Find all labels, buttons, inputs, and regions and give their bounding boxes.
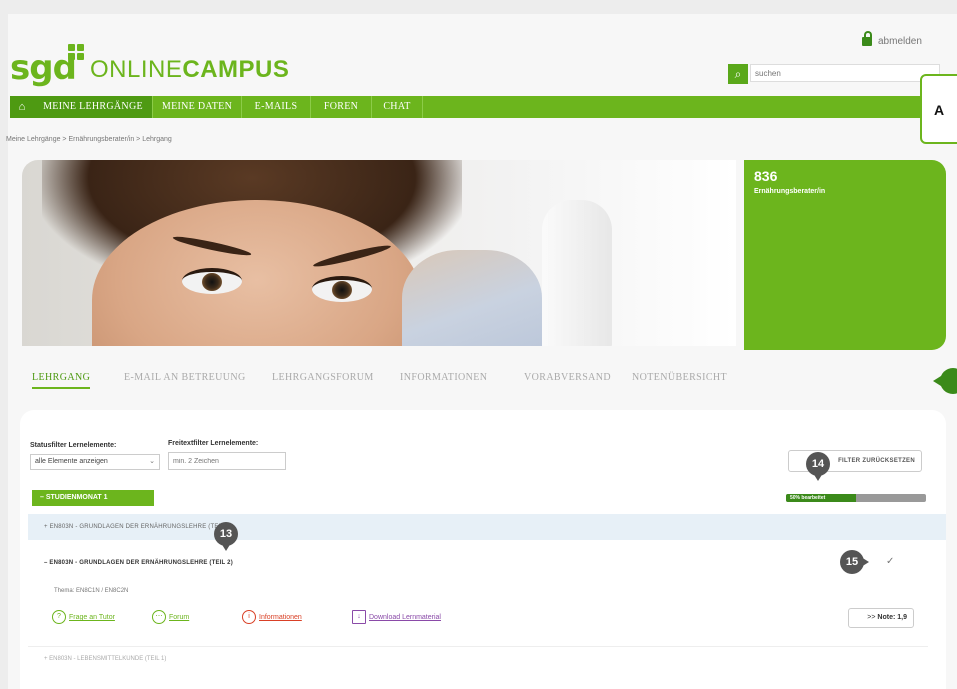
logout-label: abmelden (878, 36, 922, 47)
course-name: Ernährungsberater/in (754, 188, 826, 195)
tab-lehrgang[interactable]: LEHRGANG (32, 372, 91, 389)
home-icon[interactable]: ⌂ (10, 96, 34, 118)
information-link[interactable]: i Informationen (242, 610, 302, 624)
callout-14: 14 (806, 452, 830, 481)
callout-15: 15 (840, 550, 869, 574)
forum-icon: ⋯ (152, 610, 166, 624)
progress-label: 50% bearbeitet (790, 495, 826, 501)
question-icon: ? (52, 610, 66, 624)
list-item[interactable]: + EN803N - LEBENSMITTELKUNDE (TEIL 1) (28, 656, 946, 662)
study-month-toggle[interactable]: – STUDIENMONAT 1 (32, 490, 154, 506)
nav-item-chat[interactable]: CHAT (372, 96, 423, 118)
chevron-down-icon: ⌄ (149, 458, 155, 465)
nav-item-meine-daten[interactable]: MEINE DATEN (153, 96, 242, 118)
logo-wordmark: ONLINECAMPUS (90, 56, 290, 83)
freetext-filter-label: Freitextfilter Lernelemente: (168, 440, 259, 447)
lock-icon (862, 30, 872, 46)
eye-left (182, 268, 242, 294)
grade-label: Note: (877, 614, 896, 621)
tab-informationen[interactable]: INFORMATIONEN (400, 372, 487, 383)
grade-prefix: >> (867, 614, 876, 621)
status-filter-select[interactable]: alle Elemente anzeigen ⌄ (30, 454, 160, 470)
download-icon: ↓ (352, 610, 366, 624)
tab-lehrgangsforum[interactable]: LEHRGANGSFORUM (272, 372, 374, 383)
download-material-link[interactable]: ↓ Download Lernmaterial (352, 610, 441, 624)
status-filter-label: Statusfilter Lernelemente: (30, 442, 117, 449)
tab-notenuebersicht[interactable]: NOTENÜBERSICHT (632, 372, 727, 383)
check-icon: ✓ (886, 556, 895, 567)
info-icon: i (242, 610, 256, 624)
forum-link[interactable]: ⋯ Forum (152, 610, 189, 624)
freetext-filter-input[interactable] (168, 452, 286, 470)
callout-13: 13 (214, 522, 238, 551)
callout-a: A (920, 74, 957, 144)
logo-dots-icon (68, 44, 88, 60)
hero-image (22, 160, 736, 346)
list-item-title[interactable]: – EN803N - GRUNDLAGEN DER ERNÄHRUNGSLEHR… (44, 560, 233, 566)
nav-item-emails[interactable]: E-MAILS (242, 96, 311, 118)
course-info-box: 836 Ernährungsberater/in (744, 160, 946, 350)
grade-box[interactable]: >> Note: 1,9 (848, 608, 914, 628)
list-item[interactable]: + EN803N - GRUNDLAGEN DER ERNÄHRUNGSLEHR… (28, 514, 946, 540)
nav-item-meine-lehrgaenge[interactable]: MEINE LEHRGÄNGE (34, 96, 153, 118)
nav-item-foren[interactable]: FOREN (311, 96, 372, 118)
divider (28, 646, 928, 647)
main-navigation: ⌂ MEINE LEHRGÄNGE MEINE DATEN E-MAILS FO… (10, 96, 957, 118)
breadcrumb[interactable]: Meine Lehrgänge > Ernährungsberater/in >… (6, 136, 172, 143)
logo-brand: sgd (10, 48, 77, 88)
search-bar: ⌕ (728, 64, 947, 84)
course-number: 836 (754, 168, 778, 184)
logout-link[interactable]: abmelden (862, 30, 922, 47)
theme-line: Thema: EN8C1N / EN8C2N (54, 588, 129, 594)
eye-right (312, 276, 372, 302)
content-panel: Statusfilter Lernelemente: alle Elemente… (20, 410, 946, 689)
tab-vorabversand[interactable]: VORABVERSAND (524, 372, 611, 383)
tab-email-betreuung[interactable]: E-MAIL AN BETREUUNG (124, 372, 246, 383)
element-links: ? Frage an Tutor ⋯ Forum i Informationen ↓ D… (52, 610, 752, 626)
search-input[interactable] (750, 64, 940, 82)
course-tabs: LEHRGANG E-MAIL AN BETREUUNG LEHRGANGSFO… (32, 372, 792, 394)
grade-value: 1,9 (897, 614, 907, 621)
progress-bar: 50% bearbeitet (786, 494, 926, 502)
ask-tutor-link[interactable]: ? Frage an Tutor (52, 610, 115, 624)
search-icon[interactable]: ⌕ (728, 64, 748, 84)
